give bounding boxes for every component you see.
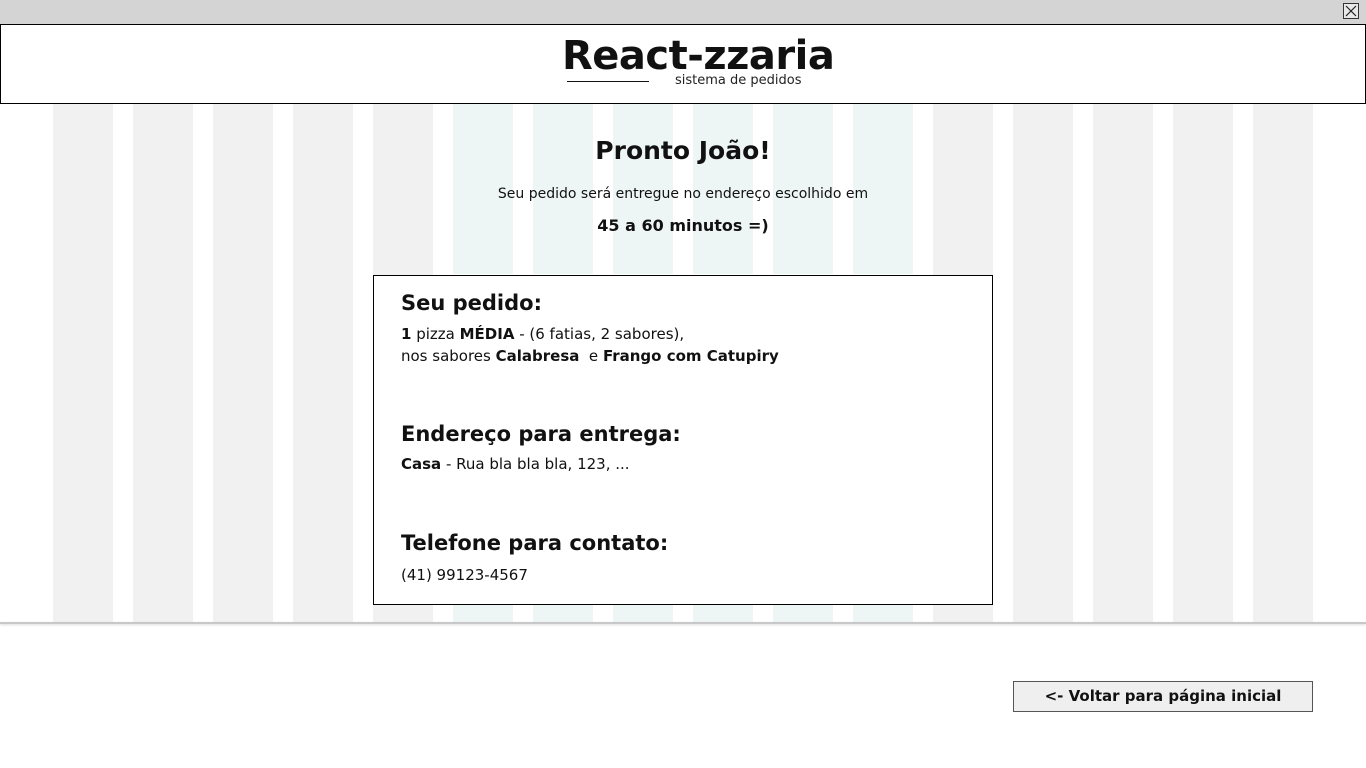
grid-column (293, 104, 353, 624)
grid-column (213, 104, 273, 624)
confirmation-title: Pronto João! (595, 136, 771, 165)
brand-underline (567, 81, 649, 82)
confirmation-message: Seu pedido será entregue no endereço esc… (497, 186, 869, 202)
order-flavor-1: Calabresa (495, 347, 580, 365)
close-icon[interactable] (1343, 3, 1359, 19)
grid-column (1013, 104, 1073, 624)
order-item-word: pizza (411, 325, 460, 343)
order-line-size: 1 pizza MÉDIA - (6 fatias, 2 sabores), (401, 325, 684, 343)
grid-column (693, 604, 753, 624)
order-flavor-separator: e (579, 347, 603, 365)
brand-logo: React-zzaria sistema de pedidos (562, 31, 835, 88)
phone-value: (41) 99123-4567 (401, 566, 528, 584)
address-detail: - Rua bla bla bla, 123, ... (441, 455, 630, 473)
phone-heading: Telefone para contato: (401, 531, 669, 555)
content-divider (0, 622, 1366, 624)
grid-column (1253, 104, 1313, 624)
back-to-home-button[interactable]: <- Voltar para página inicial (1013, 681, 1313, 712)
order-heading: Seu pedido: (401, 291, 542, 315)
grid-column (453, 604, 513, 624)
window-titlebar (0, 0, 1366, 24)
address-line: Casa - Rua bla bla bla, 123, ... (401, 455, 630, 473)
order-quantity: 1 (401, 325, 412, 343)
grid-column (133, 104, 193, 624)
address-heading: Endereço para entrega: (401, 422, 681, 446)
delivery-eta: 45 a 60 minutos =) (597, 216, 769, 235)
address-label: Casa (401, 455, 442, 473)
order-flavors-prefix: nos sabores (401, 347, 496, 365)
grid-column (1173, 104, 1233, 624)
app-header: React-zzaria sistema de pedidos (0, 24, 1366, 104)
order-flavor-2: Frango com Catupiry (602, 347, 779, 365)
order-summary-card: Seu pedido: 1 pizza MÉDIA - (6 fatias, 2… (373, 275, 993, 605)
brand-subtitle: sistema de pedidos (675, 73, 802, 88)
grid-column (53, 104, 113, 624)
grid-column (1093, 104, 1153, 624)
order-size: MÉDIA (459, 325, 515, 343)
grid-column (533, 604, 593, 624)
order-line-flavors: nos sabores Calabresa e Frango com Catup… (401, 347, 779, 365)
grid-column (853, 604, 913, 624)
grid-column (773, 604, 833, 624)
grid-column (613, 604, 673, 624)
order-size-detail: - (6 fatias, 2 sabores), (514, 325, 685, 343)
